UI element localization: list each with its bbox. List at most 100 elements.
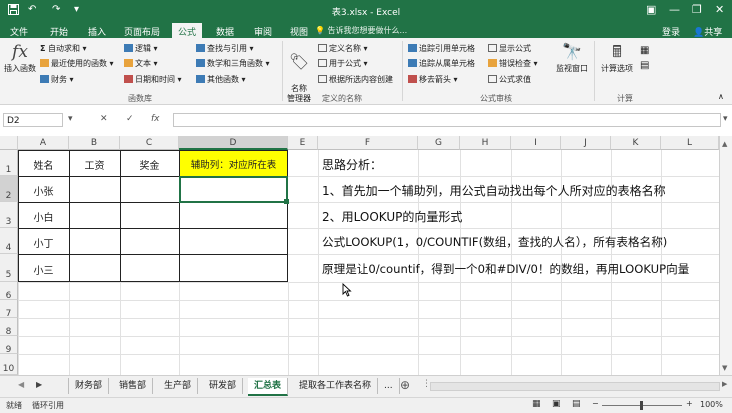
name-cell[interactable]: 小丁: [18, 235, 69, 250]
fill-handle[interactable]: [284, 199, 289, 204]
header-cell-bonus[interactable]: 奖金: [120, 157, 179, 172]
column-header[interactable]: K: [611, 136, 661, 150]
column-header[interactable]: I: [511, 136, 561, 150]
active-cell-d2[interactable]: [179, 176, 288, 203]
sign-in-link[interactable]: 登录: [662, 25, 680, 38]
scroll-down-icon[interactable]: ▼: [722, 364, 729, 374]
column-header[interactable]: H: [460, 136, 511, 150]
evaluate-formula-button[interactable]: 公式求值: [488, 74, 531, 85]
trace-precedents-button[interactable]: 追踪引用单元格: [408, 43, 475, 54]
row-header[interactable]: 4: [0, 228, 18, 254]
collapse-ribbon-icon[interactable]: ∧: [718, 92, 724, 101]
row-header[interactable]: 9: [0, 336, 18, 355]
tab-insert[interactable]: 插入: [82, 24, 112, 39]
financial-button[interactable]: 财务 ▾: [40, 74, 74, 85]
tab-data[interactable]: 数据: [210, 24, 240, 39]
show-formulas-button[interactable]: 显示公式: [488, 43, 531, 54]
remove-arrows-button[interactable]: 移去箭头 ▾: [408, 74, 458, 85]
ribbon-display-options-icon[interactable]: ▣: [646, 3, 656, 16]
note-line[interactable]: 2、用LOOKUP的向量形式: [322, 208, 462, 225]
row-header[interactable]: 10: [0, 354, 18, 375]
page-break-view-icon[interactable]: ▤: [572, 399, 581, 409]
tab-file[interactable]: 文件: [4, 24, 34, 39]
name-box[interactable]: D2: [3, 113, 63, 127]
page-layout-view-icon[interactable]: ▣: [552, 399, 561, 409]
row-header[interactable]: 1: [0, 150, 18, 176]
sheet-tab[interactable]: 财务部: [68, 378, 110, 394]
sheet-scroll-left-icon[interactable]: ◀: [18, 380, 24, 389]
normal-view-icon[interactable]: ▦: [532, 399, 541, 409]
tell-me-box[interactable]: 💡 告诉我您想要做什么...: [315, 25, 407, 36]
share-button[interactable]: 👤共享: [693, 25, 722, 38]
zoom-in-button[interactable]: +: [686, 399, 693, 408]
zoom-level[interactable]: 100%: [700, 400, 723, 409]
recent-functions-button[interactable]: 最近使用的函数 ▾: [40, 58, 114, 69]
tab-review[interactable]: 审阅: [248, 24, 278, 39]
row-header[interactable]: 2: [0, 176, 18, 202]
name-cell[interactable]: 小三: [18, 262, 69, 277]
note-line[interactable]: 1、首先加一个辅助列，用公式自动找出每个人所对应的表格名称: [322, 182, 666, 199]
row-header[interactable]: 3: [0, 202, 18, 228]
column-header[interactable]: J: [561, 136, 611, 150]
define-name-button[interactable]: 定义名称 ▾: [318, 43, 368, 54]
trace-dependents-button[interactable]: 追踪从属单元格: [408, 58, 475, 69]
name-cell[interactable]: 小白: [18, 209, 69, 224]
calculate-now-icon[interactable]: ▦: [640, 45, 649, 56]
row-header[interactable]: 6: [0, 282, 18, 301]
insert-function-icon[interactable]: fx: [151, 114, 160, 124]
column-header[interactable]: D: [179, 136, 288, 150]
column-header[interactable]: F: [318, 136, 418, 150]
sheet-tab-active[interactable]: 汇总表: [248, 378, 289, 396]
minimize-icon[interactable]: —: [669, 3, 680, 16]
calculation-options-button[interactable]: 🖩 计算选项: [597, 42, 637, 74]
zoom-slider-thumb[interactable]: [640, 401, 643, 410]
header-cell-helper[interactable]: 辅助列：对应所在表: [179, 157, 288, 171]
autosum-button[interactable]: Σ 自动求和 ▾: [40, 43, 87, 54]
lookup-reference-button[interactable]: 查找与引用 ▾: [196, 43, 254, 54]
row-header[interactable]: 8: [0, 318, 18, 337]
note-line[interactable]: 原理是让0/countif，得到一个0和#DIV/0！的数组，再用LOOKUP向…: [322, 261, 719, 277]
close-icon[interactable]: ✕: [715, 3, 724, 16]
expand-formula-bar-icon[interactable]: ▾: [723, 114, 728, 124]
select-all-corner[interactable]: [0, 136, 18, 150]
scroll-right-icon[interactable]: ▶: [722, 380, 727, 388]
calculate-sheet-icon[interactable]: ▤: [640, 60, 649, 71]
tab-view[interactable]: 视图: [284, 24, 314, 39]
enter-icon[interactable]: ✓: [126, 114, 134, 124]
logical-button[interactable]: 逻辑 ▾: [124, 43, 158, 54]
math-trig-button[interactable]: 数学和三角函数 ▾: [196, 58, 270, 69]
sheet-tab[interactable]: 销售部: [113, 378, 154, 394]
column-header[interactable]: E: [288, 136, 318, 150]
datetime-button[interactable]: 日期和时间 ▾: [124, 74, 182, 85]
zoom-out-button[interactable]: −: [592, 399, 599, 408]
column-header[interactable]: C: [120, 136, 179, 150]
more-sheets-button[interactable]: ...: [378, 378, 400, 394]
more-functions-button[interactable]: 其他函数 ▾: [196, 74, 246, 85]
formula-input[interactable]: [173, 113, 721, 127]
vertical-scrollbar[interactable]: [719, 136, 732, 375]
horizontal-scrollbar[interactable]: [430, 382, 720, 391]
scroll-up-icon[interactable]: ▲: [722, 140, 729, 150]
tab-page-layout[interactable]: 页面布局: [118, 24, 166, 39]
create-from-selection-button[interactable]: 根据所选内容创建: [318, 74, 393, 85]
cancel-icon[interactable]: ✕: [100, 114, 108, 124]
sheet-scroll-right-icon[interactable]: ▶: [36, 380, 42, 389]
name-box-dropdown-icon[interactable]: ▾: [68, 114, 73, 124]
sheet-tab[interactable]: 提取各工作表名称: [293, 378, 379, 394]
text-button[interactable]: 文本 ▾: [124, 58, 158, 69]
use-in-formula-button[interactable]: 用于公式 ▾: [318, 58, 368, 69]
tab-home[interactable]: 开始: [44, 24, 74, 39]
insert-function-button[interactable]: fx 插入函数: [2, 42, 38, 74]
column-header[interactable]: B: [69, 136, 120, 150]
error-checking-button[interactable]: 错误检查 ▾: [488, 58, 538, 69]
name-manager-button[interactable]: 🏷 名称 管理器: [284, 42, 314, 104]
note-line[interactable]: 公式LOOKUP(1，0/COUNTIF(数组，查找的人名），所有表格名称): [322, 234, 667, 250]
column-header[interactable]: A: [18, 136, 69, 150]
note-line[interactable]: 思路分析：: [322, 156, 382, 173]
column-header[interactable]: L: [661, 136, 719, 150]
sheet-tab[interactable]: 生产部: [158, 378, 199, 394]
name-cell[interactable]: 小张: [18, 183, 69, 198]
sheet-tab[interactable]: 研发部: [203, 378, 244, 394]
add-sheet-icon[interactable]: ⊕: [400, 378, 410, 392]
column-header[interactable]: G: [418, 136, 460, 150]
